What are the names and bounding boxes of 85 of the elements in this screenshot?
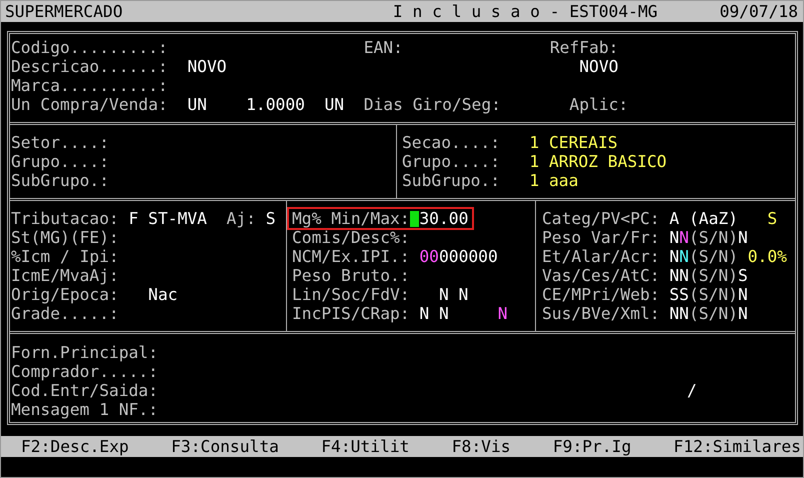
field-value: N bbox=[679, 228, 689, 247]
field-label: Sus/BVe/Xml: bbox=[542, 304, 660, 323]
field-label: Comis/Desc%: bbox=[292, 228, 410, 247]
field-value: (S/N) bbox=[688, 266, 738, 285]
field-label: Grupo....: bbox=[402, 152, 500, 171]
field-label: EAN: bbox=[364, 38, 403, 57]
field-value: 0.0% bbox=[748, 247, 787, 266]
field-label: IncPIS/CRap: bbox=[292, 304, 410, 323]
field-value: A (AaZ) bbox=[669, 209, 738, 228]
field-value: S bbox=[738, 266, 748, 285]
field-value: (S/N) bbox=[688, 304, 738, 323]
field-value: ST-MVA bbox=[148, 209, 207, 228]
screen-title: I n c l u s a o - EST004-MG bbox=[392, 2, 658, 21]
field-value: N bbox=[738, 228, 748, 247]
field-label: NCM/Ex.IPI.: bbox=[292, 247, 410, 266]
field-label: Grade.....: bbox=[11, 304, 119, 323]
field-label: Aj: bbox=[226, 209, 256, 228]
function-key[interactable]: F9:Pr.Ig bbox=[552, 436, 632, 457]
field-label: Codigo.........: bbox=[11, 38, 168, 57]
field-value: (S/N) bbox=[688, 228, 738, 247]
field-value: S bbox=[266, 209, 276, 228]
field-value: N bbox=[669, 247, 680, 266]
field-value: NN bbox=[669, 266, 689, 285]
field-label: Vas/Ces/AtC: bbox=[542, 266, 660, 285]
field-value: N bbox=[679, 247, 689, 266]
field-value: S bbox=[767, 209, 778, 228]
field-label: Aplic: bbox=[569, 95, 628, 114]
field-value: 1.0000 bbox=[246, 95, 305, 114]
function-key[interactable]: F3:Consulta bbox=[171, 436, 279, 457]
field-value: N N bbox=[419, 304, 449, 323]
function-key[interactable]: F4:Utilit bbox=[321, 436, 410, 457]
field-value: F bbox=[128, 209, 138, 228]
field-value: 1 ARROZ BASICO bbox=[529, 152, 667, 171]
field-value: N bbox=[669, 228, 680, 247]
field-value: N bbox=[498, 304, 508, 323]
field-value: N N bbox=[438, 285, 468, 304]
field-value: / bbox=[686, 381, 697, 400]
field-label: Cod.Entr/Saida: bbox=[11, 381, 158, 400]
field-label: Categ/PV<PC: bbox=[542, 209, 660, 228]
field-value: N bbox=[738, 304, 748, 323]
field-label: %Icm / Ipi: bbox=[11, 247, 119, 266]
field-label: Comprador.....: bbox=[11, 362, 158, 381]
field-label: Mg% Min/Max: bbox=[292, 209, 410, 228]
field-label: Et/Alar/Acr: bbox=[542, 247, 660, 266]
field-value: 00 bbox=[419, 247, 439, 266]
field-label: Marca..........: bbox=[11, 76, 168, 95]
field-label: SubGrupo.: bbox=[11, 171, 109, 190]
field-label: Mensagem 1 NF.: bbox=[11, 400, 158, 419]
function-key[interactable]: F12:Similares bbox=[674, 436, 801, 457]
field-label: SubGrupo.: bbox=[402, 171, 500, 190]
field-label: Tributacao: bbox=[11, 209, 119, 228]
field-value: (S/N) bbox=[688, 247, 738, 266]
function-key[interactable]: F2:Desc.Exp bbox=[21, 436, 129, 457]
field-value: 1 CEREAIS bbox=[529, 133, 618, 152]
field-value: Nac bbox=[148, 285, 178, 304]
field-value: SS bbox=[669, 285, 689, 304]
system-name: SUPERMERCADO bbox=[5, 2, 123, 21]
field-value: UN bbox=[187, 95, 207, 114]
field-value: 1 aaa bbox=[529, 171, 578, 190]
field-label: Secao....: bbox=[402, 133, 500, 152]
field-value: (S/N) bbox=[688, 285, 738, 304]
field-label: Un Compra/Venda: bbox=[11, 95, 168, 114]
field-label: Setor....: bbox=[11, 133, 109, 152]
field-label: Grupo....: bbox=[11, 152, 109, 171]
field-value: NOVO bbox=[187, 57, 227, 76]
field-value: 30.00 bbox=[419, 209, 468, 228]
date-label: 09/07/18 bbox=[720, 2, 798, 21]
field-value: UN bbox=[324, 95, 344, 114]
field-label: St(MG)(FE): bbox=[11, 228, 119, 247]
field-label: Forn.Principal: bbox=[11, 343, 158, 362]
field-value: 000000 bbox=[438, 247, 498, 266]
text-cursor bbox=[410, 211, 420, 227]
function-key[interactable]: F8:Vis bbox=[452, 436, 511, 457]
field-value: NN bbox=[669, 304, 689, 323]
field-label: CE/MPri/Web: bbox=[542, 285, 660, 304]
field-label: IcmE/MvaAj: bbox=[11, 266, 119, 285]
field-value: NOVO bbox=[579, 57, 618, 76]
field-label: RefFab: bbox=[550, 38, 618, 57]
field-value: N bbox=[738, 285, 748, 304]
field-label: Peso Var/Fr: bbox=[542, 228, 660, 247]
field-label: Dias Giro/Seg: bbox=[364, 95, 501, 114]
field-label: Peso Bruto.: bbox=[292, 266, 410, 285]
field-label: Lin/Soc/FdV: bbox=[292, 285, 410, 304]
field-label: Orig/Epoca: bbox=[11, 285, 119, 304]
field-label: Descricao......: bbox=[11, 57, 168, 76]
